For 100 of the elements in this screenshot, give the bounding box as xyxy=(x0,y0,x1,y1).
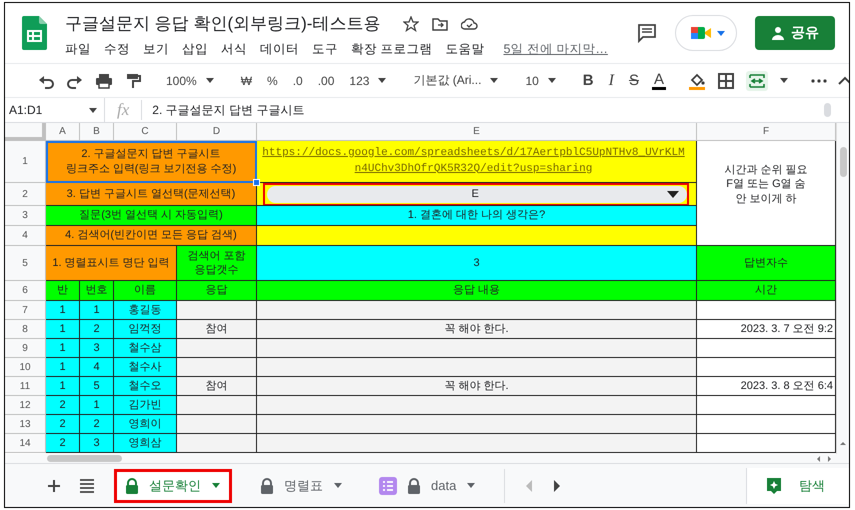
menu-item[interactable]: 데이터 xyxy=(260,41,299,58)
table-cell[interactable]: 3 xyxy=(80,339,114,358)
column-header[interactable]: B xyxy=(80,123,114,141)
table-cell[interactable]: 철수삼 xyxy=(114,339,177,358)
table-cell[interactable] xyxy=(177,415,257,434)
table-cell[interactable]: 반 xyxy=(46,281,80,301)
video-call-button[interactable] xyxy=(675,15,737,51)
table-cell[interactable] xyxy=(177,339,257,358)
table-cell[interactable] xyxy=(697,301,836,320)
table-cell[interactable]: 영희삼 xyxy=(114,434,177,453)
menu-item[interactable]: 서식 xyxy=(221,41,247,58)
toolbar-button[interactable]: % xyxy=(265,74,280,88)
scroll-right-icon[interactable] xyxy=(553,480,562,492)
row-header[interactable]: 6 xyxy=(5,281,46,301)
table-cell[interactable]: 참여 xyxy=(177,320,257,339)
table-cell[interactable]: 4. 검색어(빈칸이면 모든 응답 검색) xyxy=(46,226,257,246)
table-cell[interactable]: 검색어 포함 응답갯수 xyxy=(177,246,257,281)
table-cell[interactable]: 꼭 해야 한다. xyxy=(257,320,697,339)
formula-field[interactable]: 2. 구글설문지 답변 구글시트 xyxy=(142,102,824,118)
fill-handle[interactable] xyxy=(253,179,260,186)
row-header[interactable]: 14 xyxy=(5,434,46,453)
table-cell[interactable]: 임꺽정 xyxy=(114,320,177,339)
table-cell[interactable]: 1. 결혼에 대한 나의 생각은? xyxy=(257,206,697,226)
last-edit-link[interactable]: 5일 전에 마지막… xyxy=(503,41,608,58)
row-header[interactable]: 5 xyxy=(5,246,46,281)
toolbar-button[interactable]: .0 xyxy=(290,74,305,88)
fill-color-icon[interactable] xyxy=(688,72,706,90)
toolbar-button[interactable]: A xyxy=(652,72,666,90)
row-header[interactable]: 13 xyxy=(5,415,46,434)
scroll-up-icon[interactable] xyxy=(839,440,847,446)
table-cell[interactable] xyxy=(697,339,836,358)
toolbar-button[interactable]: S xyxy=(626,72,641,89)
row-header[interactable]: 10 xyxy=(5,358,46,377)
sheet-tab[interactable]: 설문확인 xyxy=(114,468,232,502)
table-cell[interactable]: 1. 명렬표시트 명단 입력 xyxy=(46,246,177,281)
menu-item[interactable]: 도움말 xyxy=(445,41,484,58)
table-cell[interactable] xyxy=(177,358,257,377)
print-icon[interactable] xyxy=(95,72,113,90)
explore-button[interactable]: 탐색 xyxy=(746,468,849,504)
table-cell[interactable]: 1 xyxy=(46,358,80,377)
table-cell[interactable]: 3. 답변 구글시트 열선택(문제선택) xyxy=(46,183,257,206)
table-cell[interactable]: 1 xyxy=(46,320,80,339)
menu-item[interactable]: 수정 xyxy=(104,41,130,58)
table-cell[interactable] xyxy=(697,396,836,415)
table-cell[interactable]: 2 xyxy=(80,415,114,434)
folder-icon[interactable] xyxy=(432,16,448,32)
table-cell[interactable]: 꼭 해야 한다. xyxy=(257,377,697,396)
table-cell[interactable] xyxy=(177,301,257,320)
table-cell[interactable]: 5 xyxy=(80,377,114,396)
table-cell[interactable]: 영희이 xyxy=(114,415,177,434)
dropdown[interactable]: E xyxy=(266,186,686,202)
scrollbar-thumb[interactable] xyxy=(47,455,122,462)
menu-item[interactable]: 도구 xyxy=(312,41,338,58)
table-cell[interactable]: 2 xyxy=(46,415,80,434)
row-header[interactable]: 12 xyxy=(5,396,46,415)
table-cell[interactable]: 4 xyxy=(80,358,114,377)
column-header[interactable]: A xyxy=(46,123,80,141)
toolbar-dropdown[interactable]: 10 xyxy=(523,74,559,88)
table-cell[interactable] xyxy=(697,434,836,453)
row-header[interactable]: 1 xyxy=(5,141,46,183)
link[interactable]: https://docs.google.com/spreadsheets/d/17AertpblC5UpNTHv8_UVrKLMn4UChv3DhOfrQK5R32Q/edit?usp=sharing xyxy=(259,146,688,178)
table-cell[interactable]: https://docs.google.com/spreadsheets/d/17AertpblC5UpNTHv8_UVrKLMn4UChv3DhOfrQK5R32Q/edit?usp=sharing xyxy=(257,141,697,183)
scrollbar-thumb[interactable] xyxy=(840,147,846,177)
table-cell[interactable]: 1 xyxy=(46,339,80,358)
table-cell[interactable]: 2 xyxy=(80,320,114,339)
table-cell[interactable] xyxy=(697,415,836,434)
table-cell[interactable]: 참여 xyxy=(177,377,257,396)
table-cell[interactable]: 김가빈 xyxy=(114,396,177,415)
menu-item[interactable]: 보기 xyxy=(143,41,169,58)
add-sheet-icon[interactable] xyxy=(48,480,60,492)
row-header[interactable]: 2 xyxy=(5,183,46,206)
paint-roller-icon[interactable] xyxy=(124,72,142,90)
more-icon[interactable] xyxy=(811,78,827,82)
table-cell[interactable]: 홍길동 xyxy=(114,301,177,320)
table-cell[interactable]: 2. 구글설문지 답변 구글시트 링크주소 입력(링크 보기전용 수정) xyxy=(46,141,257,183)
table-cell[interactable]: 번호 xyxy=(80,281,114,301)
column-header[interactable]: E xyxy=(257,123,697,141)
table-cell[interactable]: 철수사 xyxy=(114,358,177,377)
cloud-icon[interactable] xyxy=(461,16,478,32)
table-cell[interactable] xyxy=(257,301,697,320)
toolbar-button[interactable]: I xyxy=(606,72,616,90)
table-cell[interactable]: 2 xyxy=(46,434,80,453)
scroll-right-icon[interactable] xyxy=(826,454,833,462)
share-button[interactable]: 공유 xyxy=(755,16,835,50)
borders-icon[interactable] xyxy=(717,72,735,90)
sheet-list-icon[interactable] xyxy=(80,478,94,492)
table-cell[interactable] xyxy=(257,434,697,453)
table-cell[interactable]: 1 xyxy=(46,301,80,320)
sheets-logo-icon[interactable] xyxy=(22,16,47,50)
toolbar-button[interactable]: B xyxy=(580,72,596,89)
table-cell[interactable] xyxy=(177,434,257,453)
collapse-icon[interactable] xyxy=(838,76,849,86)
toolbar-dropdown[interactable]: 123 xyxy=(347,74,390,88)
table-cell[interactable]: E xyxy=(257,183,697,206)
table-cell[interactable] xyxy=(257,358,697,377)
sheet-tab[interactable]: data xyxy=(371,468,484,502)
menu-item[interactable]: 확장 프로그램 xyxy=(351,41,432,58)
table-cell[interactable]: 3 xyxy=(257,246,697,281)
table-cell[interactable]: 응답 xyxy=(177,281,257,301)
star-icon[interactable] xyxy=(403,16,420,32)
